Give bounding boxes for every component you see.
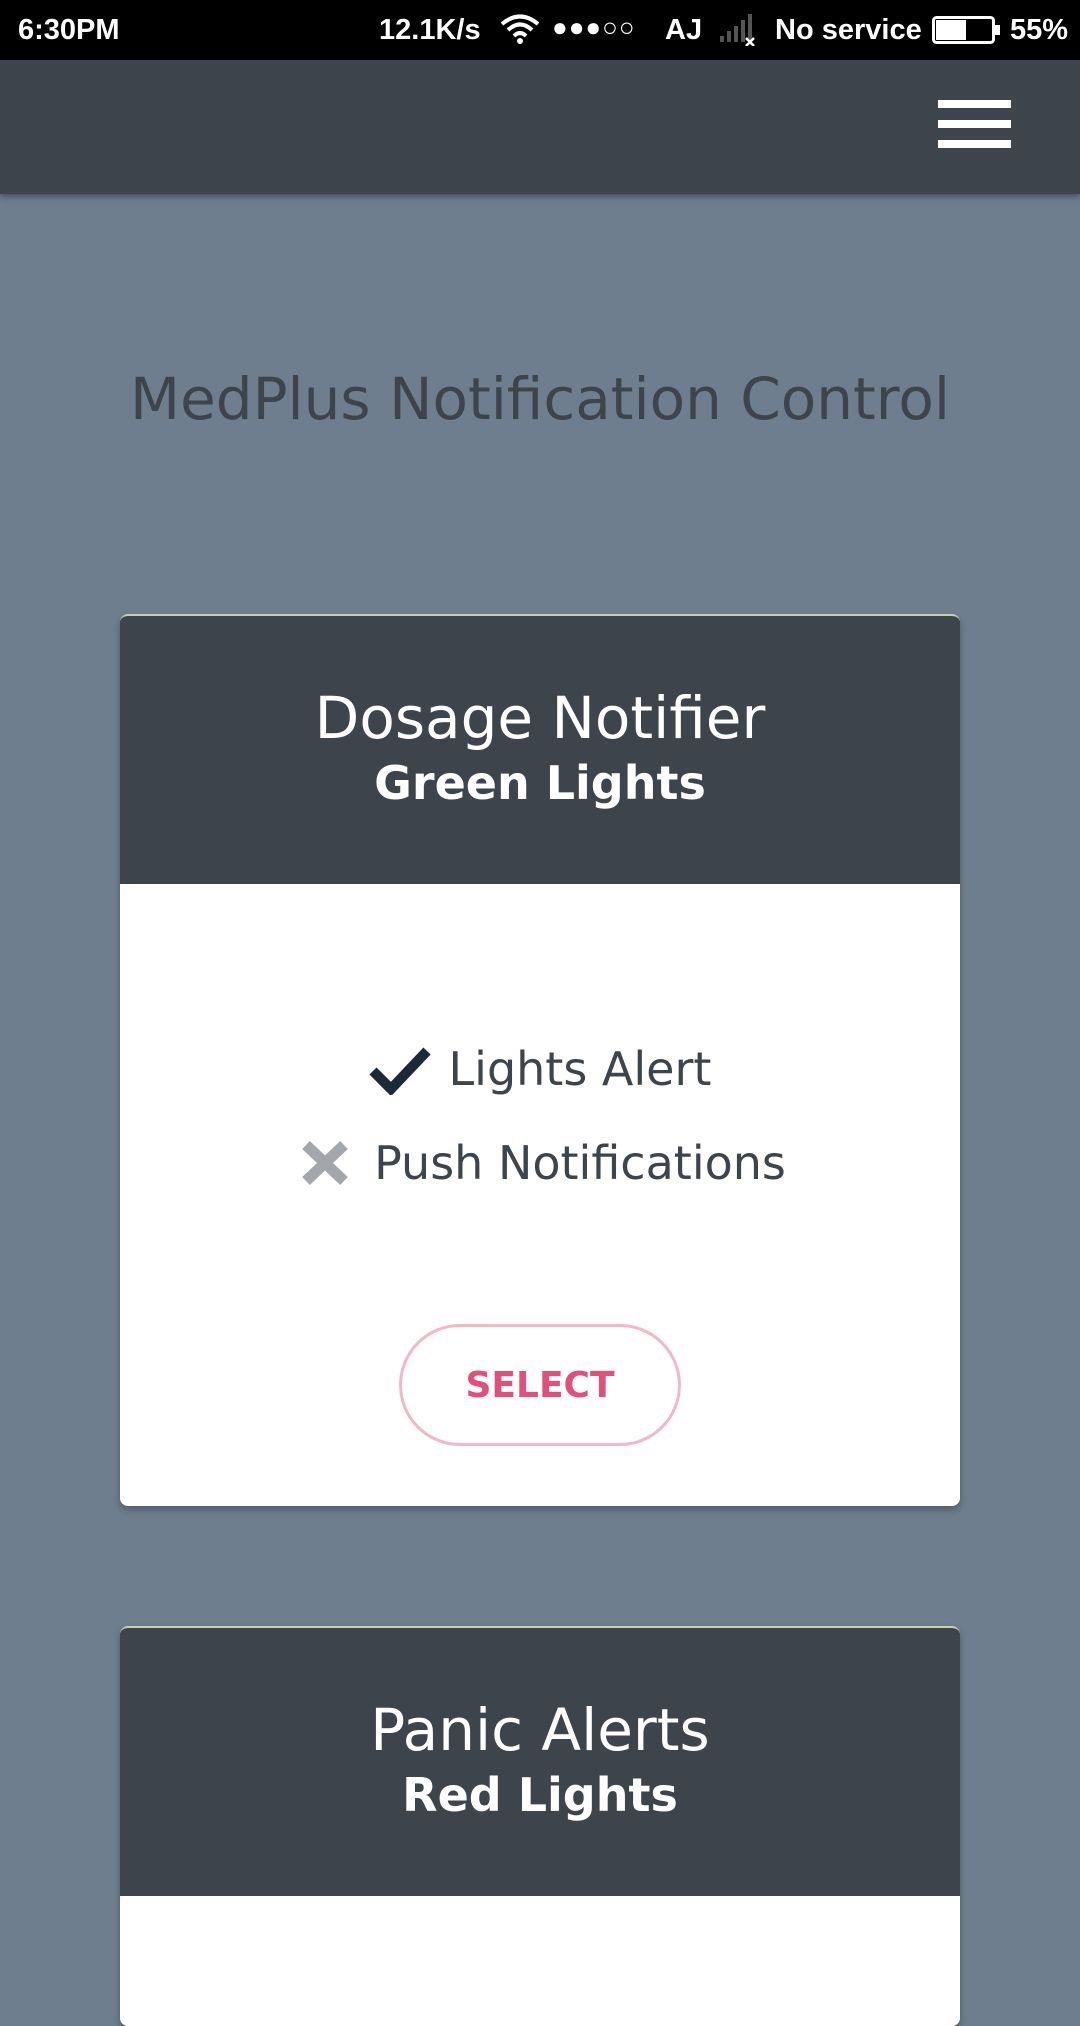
plan-card-panic: Panic Alerts Red Lights	[120, 1626, 960, 2026]
battery-percent: 55%	[1010, 14, 1069, 46]
sim-signal-dots: ●●●○○	[552, 12, 636, 42]
cell-signal-icon	[718, 14, 758, 54]
service-status: No service	[775, 14, 922, 46]
cross-icon	[294, 1137, 356, 1189]
card-title: Dosage Notifier	[314, 684, 766, 752]
card-header: Panic Alerts Red Lights	[120, 1628, 960, 1896]
check-icon	[369, 1043, 431, 1097]
card-subtitle: Red Lights	[402, 1768, 678, 1822]
card-header: Dosage Notifier Green Lights	[120, 616, 960, 884]
card-title: Panic Alerts	[370, 1696, 710, 1764]
status-bar: 6:30PM 12.1K/s ●●●○○ AJ No service 55%	[0, 0, 1080, 60]
feature-label: Push Notifications	[374, 1136, 786, 1190]
status-time: 6:30PM	[18, 14, 120, 46]
wifi-icon	[500, 13, 540, 53]
plan-card-dosage: Dosage Notifier Green Lights Lights Aler…	[120, 614, 960, 1506]
card-subtitle: Green Lights	[374, 756, 706, 810]
hamburger-menu-icon[interactable]	[938, 100, 1011, 148]
page-title: MedPlus Notification Control	[130, 365, 950, 433]
network-speed: 12.1K/s	[379, 14, 481, 46]
carrier-label: AJ	[665, 14, 703, 46]
feature-label: Lights Alert	[448, 1042, 712, 1096]
select-button[interactable]: SELECT	[399, 1324, 681, 1446]
feature-item: Lights Alert	[120, 1022, 960, 1116]
app-bar	[0, 60, 1080, 194]
feature-item: Push Notifications	[120, 1116, 960, 1210]
battery-icon	[932, 16, 1002, 52]
feature-list: Lights Alert Push Notifications	[120, 884, 960, 1210]
